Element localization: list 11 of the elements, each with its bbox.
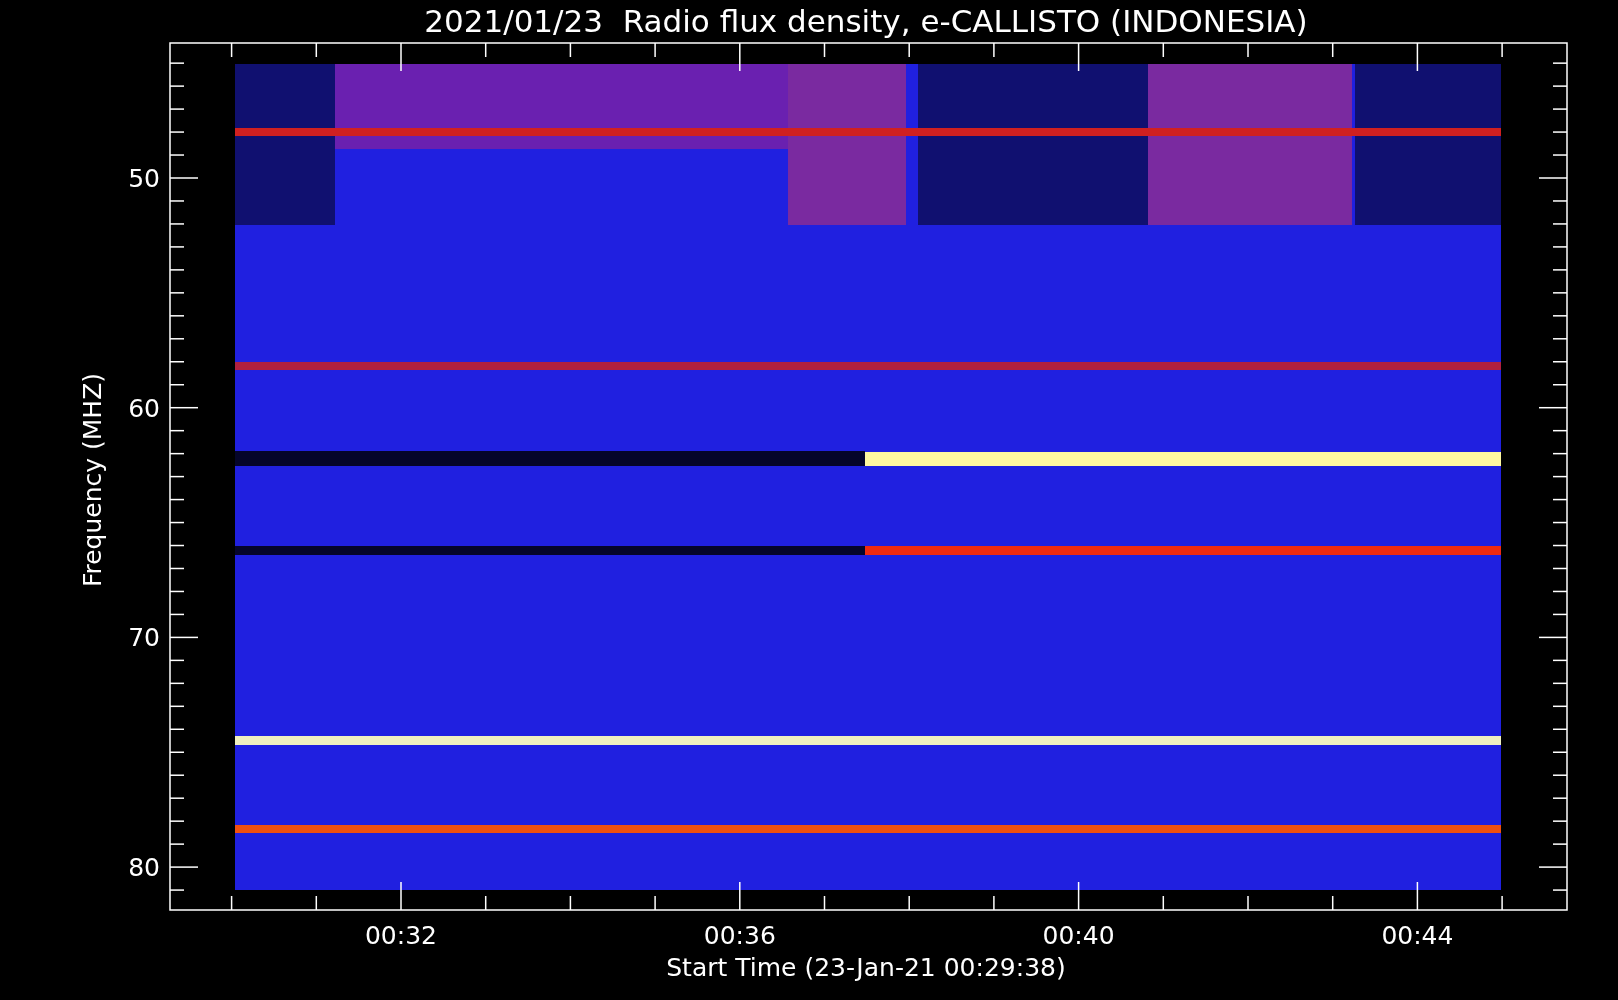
x-tick-label: 00:44: [1381, 921, 1454, 950]
y-axis-label: Frequency (MHZ): [78, 372, 107, 588]
x-tick-label: 00:36: [703, 921, 776, 950]
chart-title: 2021/01/23 Radio flux density, e-CALLISTO (INDONESIA): [424, 3, 1308, 39]
y-tick-label: 80: [128, 853, 160, 883]
y-tick-label: 70: [128, 623, 160, 653]
x-tick-label: 00:32: [365, 921, 437, 950]
x-axis-label: Start Time (23-Jan-21 00:29:38): [666, 953, 1066, 982]
y-tick-label: 50: [128, 164, 160, 193]
x-tick-label: 00:40: [1042, 921, 1115, 950]
y-tick-label: 60: [128, 393, 160, 423]
